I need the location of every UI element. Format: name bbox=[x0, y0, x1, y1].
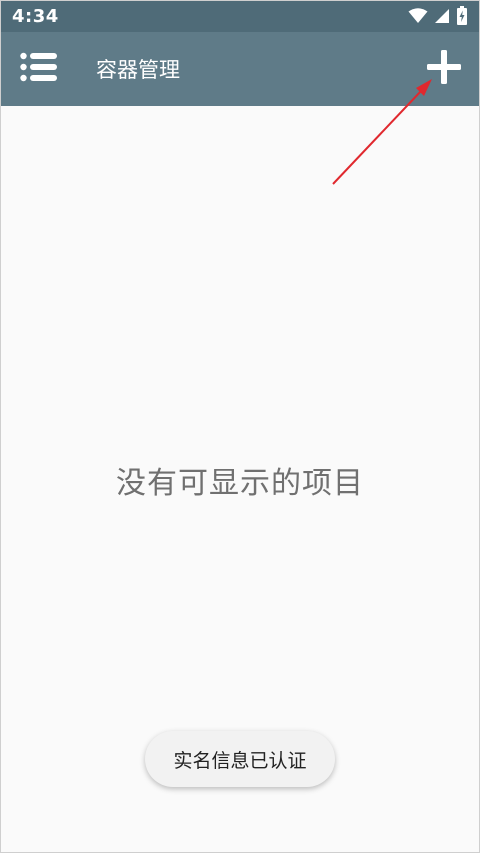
app-bar: 容器管理 bbox=[0, 32, 480, 106]
battery-charging-icon bbox=[456, 6, 468, 26]
list-menu-icon bbox=[20, 52, 58, 86]
status-icons bbox=[408, 6, 468, 26]
toast-message: 实名信息已认证 bbox=[145, 731, 335, 787]
wifi-icon bbox=[408, 8, 428, 24]
app-screen: 4:34 容器管理 没有可显示的项目 实名信息已认证 bbox=[0, 0, 480, 853]
app-title: 容器管理 bbox=[96, 58, 180, 82]
status-bar: 4:34 bbox=[0, 0, 480, 32]
status-time: 4:34 bbox=[12, 5, 59, 27]
add-container-button[interactable] bbox=[412, 32, 476, 106]
empty-state-message: 没有可显示的项目 bbox=[116, 466, 364, 501]
annotation-arrow bbox=[332, 79, 432, 185]
plus-icon bbox=[426, 49, 462, 89]
screen-border bbox=[0, 0, 480, 853]
cellular-signal-icon bbox=[434, 8, 450, 24]
menu-button[interactable] bbox=[0, 32, 78, 106]
